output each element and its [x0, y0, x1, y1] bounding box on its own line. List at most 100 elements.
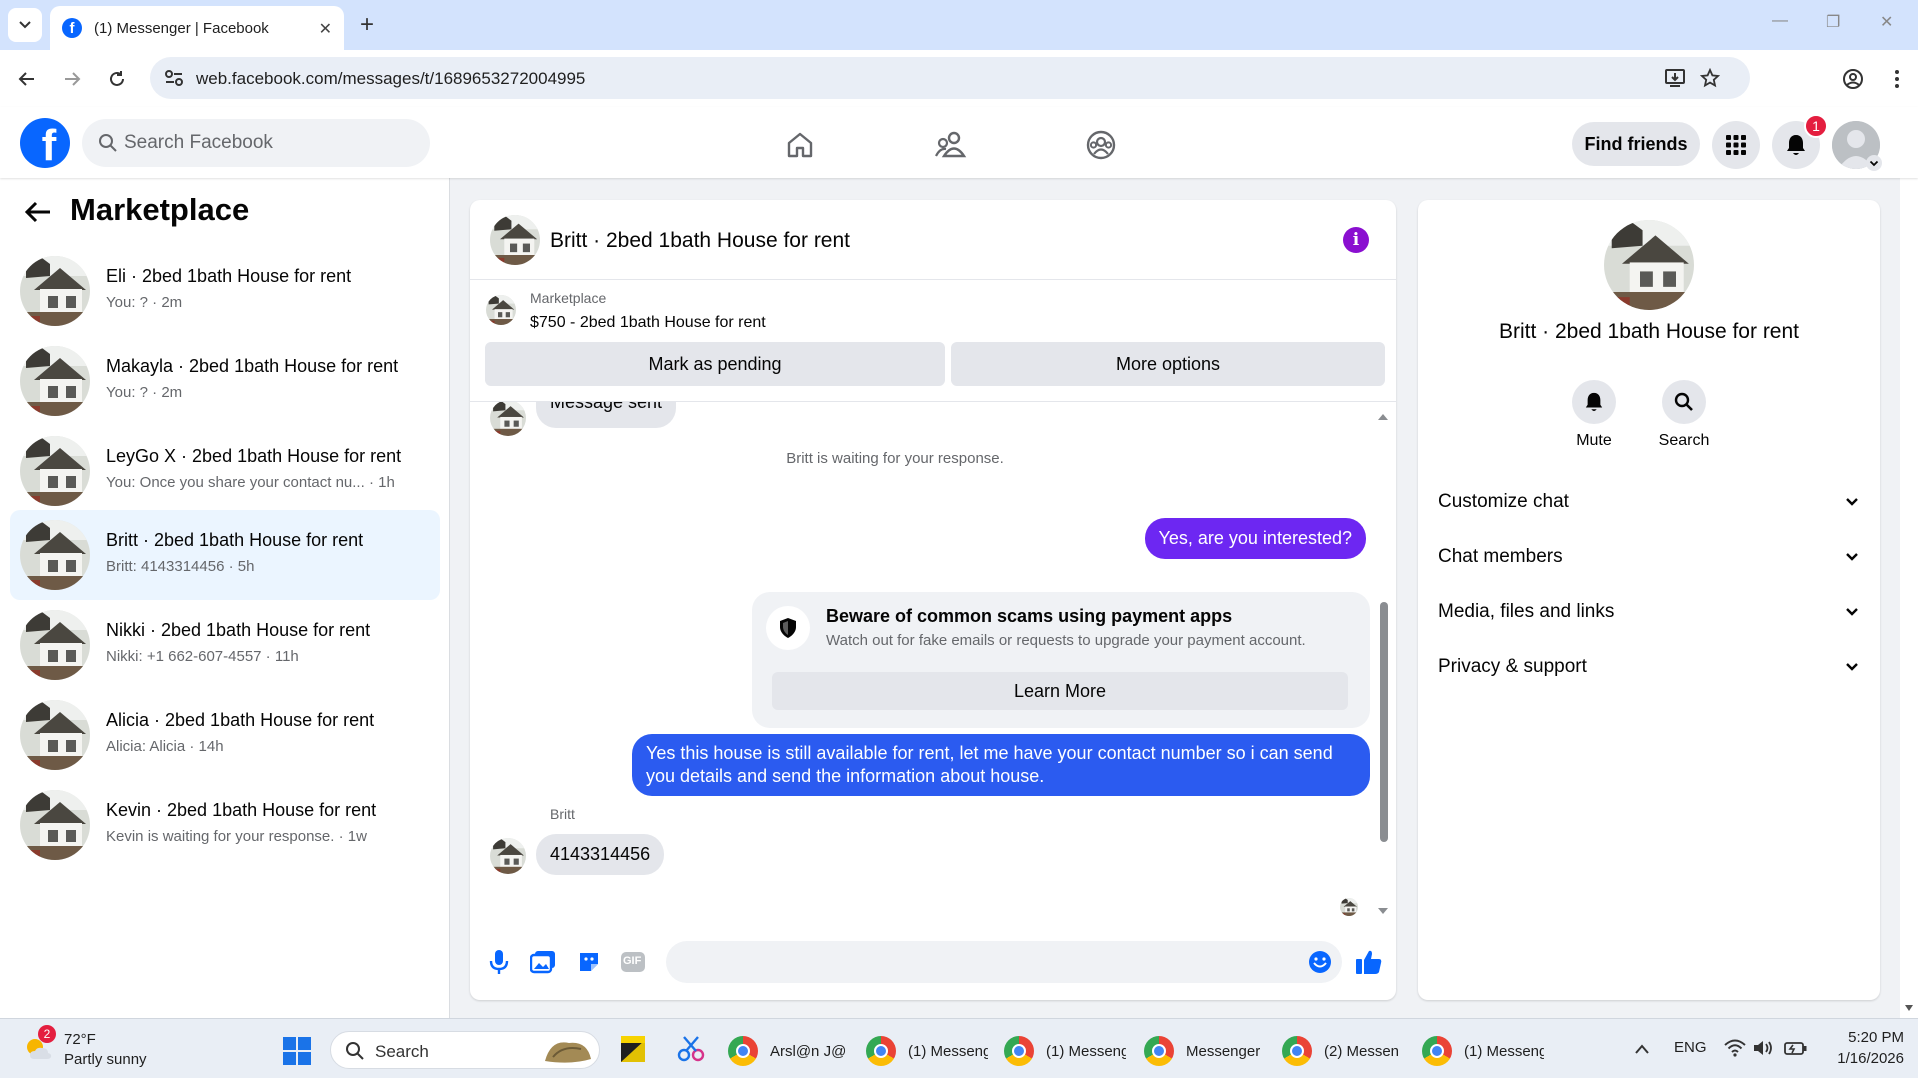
browser-menu-button[interactable]	[1880, 62, 1914, 96]
taskbar-app-chrome[interactable]: Messenger	[1144, 1031, 1266, 1071]
facebook-logo[interactable]: f	[20, 118, 70, 168]
chrome-icon	[1282, 1036, 1312, 1066]
message-list: Message sent Britt is waiting for your r…	[470, 402, 1396, 922]
facebook-search[interactable]	[82, 119, 430, 167]
system-clock[interactable]: 5:20 PM 1/16/2026	[1824, 1029, 1904, 1067]
scroll-down-icon[interactable]	[1376, 906, 1390, 916]
taskbar-search[interactable]: Search	[330, 1031, 600, 1069]
reload-button[interactable]	[100, 62, 134, 96]
new-tab-button[interactable]: +	[352, 10, 382, 40]
listing-category: Marketplace	[530, 290, 607, 306]
tab-search-button[interactable]	[8, 8, 42, 42]
bookmark-star-icon[interactable]	[1700, 68, 1720, 88]
message-bubble-outgoing[interactable]: Yes this house is still available for re…	[632, 734, 1370, 796]
sticky-notes-icon[interactable]	[620, 1035, 646, 1063]
page-scrollbar[interactable]	[1900, 107, 1918, 1018]
wifi-icon[interactable]	[1724, 1039, 1746, 1057]
taskbar-app-chrome[interactable]: Arsl@n J@	[728, 1031, 850, 1071]
message-input-box[interactable]	[666, 941, 1342, 983]
more-vertical-icon	[1895, 70, 1899, 88]
section-label: Privacy & support	[1438, 656, 1587, 677]
message-input[interactable]	[682, 941, 1282, 983]
volume-icon[interactable]	[1752, 1039, 1774, 1057]
sender-avatar	[490, 402, 526, 436]
emoji-icon[interactable]	[1308, 950, 1332, 974]
more-options-button[interactable]: More options	[951, 342, 1385, 386]
privacy-support-section[interactable]: Privacy & support	[1438, 645, 1860, 689]
browser-tab-messenger[interactable]: f (1) Messenger | Facebook ✕	[50, 6, 344, 50]
scroll-thumb[interactable]	[1380, 602, 1388, 842]
find-friends-button[interactable]: Find friends	[1572, 122, 1700, 166]
restore-icon[interactable]: ❐	[1826, 12, 1840, 32]
conversation-item[interactable]: Nikki · 2bed 1bath House for rent Nikki:…	[10, 600, 440, 688]
info-icon[interactable]: i	[1343, 227, 1369, 253]
conversation-item[interactable]: Kevin · 2bed 1bath House for rent Kevin …	[10, 780, 440, 868]
search-in-conversation-button[interactable]: Search	[1639, 380, 1729, 450]
listing-small-thumbnail[interactable]	[486, 295, 516, 325]
conversation-item[interactable]: Eli · 2bed 1bath House for rent You: ? ·…	[10, 246, 440, 334]
chat-members-section[interactable]: Chat members	[1438, 535, 1860, 579]
message-scrollbar[interactable]	[1376, 412, 1390, 914]
voice-clip-icon[interactable]	[484, 947, 514, 977]
sidebar-title: Marketplace	[70, 192, 250, 227]
home-nav[interactable]	[780, 125, 820, 165]
arrow-left-icon	[18, 72, 34, 86]
mark-as-pending-button[interactable]: Mark as pending	[485, 342, 945, 386]
address-bar[interactable]: web.facebook.com/messages/t/168965327200…	[150, 57, 1750, 99]
photo-icon[interactable]	[528, 947, 558, 977]
like-thumb-button[interactable]	[1354, 947, 1384, 977]
chat-header: Britt · 2bed 1bath House for rent i	[470, 200, 1396, 280]
facebook-search-input[interactable]	[124, 119, 414, 167]
conversation-item[interactable]: LeyGo X · 2bed 1bath House for rent You:…	[10, 426, 440, 514]
chat-avatar[interactable]	[490, 215, 540, 265]
mute-button[interactable]: Mute	[1549, 380, 1639, 450]
message-bubble-outgoing[interactable]: Yes, are you interested?	[1144, 518, 1366, 559]
account-chevron-icon[interactable]	[1866, 155, 1882, 171]
facebook-favicon-icon: f	[62, 18, 82, 38]
minimize-icon[interactable]: —	[1772, 12, 1788, 30]
close-window-icon[interactable]: ✕	[1880, 12, 1893, 32]
taskbar-app-chrome[interactable]: (2) Messen	[1282, 1031, 1404, 1071]
listing-thumbnail	[20, 346, 90, 416]
search-highlight-icon	[545, 1042, 591, 1063]
snipping-tool-icon[interactable]	[676, 1035, 706, 1063]
close-tab-icon[interactable]: ✕	[319, 19, 332, 39]
profile-photo[interactable]	[1604, 220, 1694, 310]
language-indicator[interactable]: ENG	[1674, 1039, 1707, 1056]
conversation-item-active[interactable]: Britt · 2bed 1bath House for rent Britt:…	[10, 510, 440, 600]
taskbar-app-chrome[interactable]: (1) Messeng	[1422, 1031, 1544, 1071]
taskbar-app-chrome[interactable]: (1) Messeng	[1004, 1031, 1126, 1071]
windows-start-icon[interactable]	[282, 1036, 312, 1066]
gif-button[interactable]: GIF	[618, 947, 648, 977]
tray-chevron-up-icon[interactable]	[1634, 1043, 1650, 1055]
taskbar-search-label: Search	[375, 1042, 429, 1061]
chat-panel: Britt · 2bed 1bath House for rent i Mark…	[470, 200, 1396, 1000]
battery-icon[interactable]	[1784, 1039, 1808, 1057]
chat-title[interactable]: Britt · 2bed 1bath House for rent	[550, 229, 850, 253]
conversation-item[interactable]: Alicia · 2bed 1bath House for rent Alici…	[10, 690, 440, 778]
friends-nav[interactable]	[931, 125, 971, 165]
sticker-icon[interactable]	[574, 947, 604, 977]
forward-button[interactable]	[55, 62, 89, 96]
section-label: Media, files and links	[1438, 601, 1615, 622]
conversation-item[interactable]: Makayla · 2bed 1bath House for rent You:…	[10, 336, 440, 424]
scroll-down-icon[interactable]	[1904, 1004, 1914, 1012]
back-button[interactable]	[10, 62, 44, 96]
listing-title[interactable]: $750 - 2bed 1bath House for rent	[530, 314, 766, 332]
site-settings-icon[interactable]	[164, 69, 184, 87]
learn-more-button[interactable]: Learn More	[772, 672, 1348, 710]
groups-nav[interactable]	[1081, 125, 1121, 165]
menu-button[interactable]	[1712, 121, 1760, 169]
scroll-up-icon[interactable]	[1376, 412, 1390, 422]
media-files-links-section[interactable]: Media, files and links	[1438, 590, 1860, 634]
profile-button[interactable]	[1836, 62, 1870, 96]
conversation-snippet: Britt: 4143314456 · 5h	[106, 558, 255, 575]
conversation-snippet: Nikki: +1 662-607-4557 · 11h	[106, 648, 299, 665]
conversation-snippet: You: Once you share your contact nu... ·…	[106, 474, 395, 491]
install-app-icon[interactable]	[1664, 68, 1686, 88]
message-bubble-incoming[interactable]: 4143314456	[536, 834, 665, 875]
customize-chat-section[interactable]: Customize chat	[1438, 480, 1860, 524]
back-arrow-icon[interactable]	[24, 200, 52, 224]
message-bubble-incoming[interactable]: Message sent	[536, 402, 677, 428]
taskbar-app-chrome[interactable]: (1) Messeng	[866, 1031, 988, 1071]
